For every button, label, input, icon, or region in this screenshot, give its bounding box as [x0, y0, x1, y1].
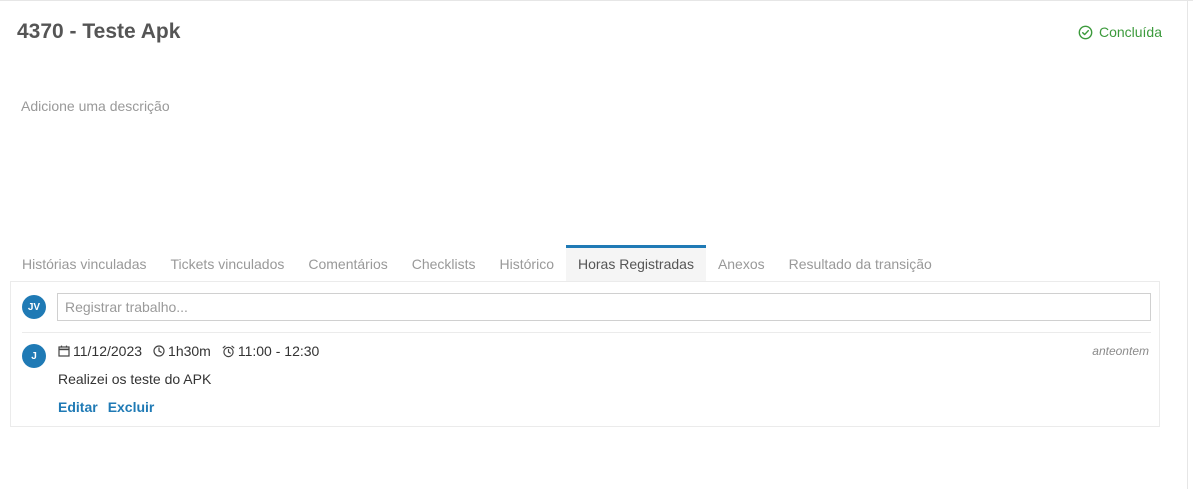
entry-description: Realizei os teste do APK [58, 371, 212, 387]
entry-duration-text: 1h30m [168, 343, 211, 359]
work-log-panel: JV J 11/12/2023 1h30m [10, 281, 1160, 427]
tab-bar: Histórias vinculadas Tickets vinculados … [10, 245, 944, 281]
delete-button[interactable]: Excluir [108, 399, 155, 415]
tab-historico[interactable]: Histórico [488, 245, 566, 281]
description-placeholder[interactable]: Adicione uma descrição [21, 98, 170, 114]
entry-user-avatar: J [22, 344, 46, 368]
current-user-avatar: JV [22, 295, 46, 319]
tab-horas-registradas[interactable]: Horas Registradas [566, 245, 706, 281]
entry-actions: Editar Excluir [58, 399, 154, 415]
tab-resultado-da-transicao[interactable]: Resultado da transição [777, 245, 944, 281]
entry-date: 11/12/2023 [58, 343, 142, 359]
entry-date-text: 11/12/2023 [73, 343, 143, 359]
entry-relative-time: anteontem [1092, 344, 1149, 358]
entry-time-range: 11:00 - 12:30 [222, 343, 319, 359]
entry-duration: 1h30m [153, 343, 211, 359]
work-log-entry-meta: 11/12/2023 1h30m 11:00 - 12:30 [58, 343, 330, 359]
edit-button[interactable]: Editar [58, 399, 98, 415]
alarm-clock-icon [222, 345, 238, 358]
status-badge[interactable]: Concluída [1078, 24, 1162, 40]
page-title: 4370 - Teste Apk [17, 20, 181, 43]
check-circle-icon [1078, 25, 1093, 40]
calendar-icon [58, 345, 73, 357]
clock-icon [153, 345, 168, 357]
tab-comentarios[interactable]: Comentários [296, 245, 399, 281]
top-border [0, 0, 1193, 1]
divider [22, 332, 1151, 333]
tab-tickets-vinculados[interactable]: Tickets vinculados [159, 245, 297, 281]
right-border [1187, 0, 1188, 489]
tab-anexos[interactable]: Anexos [706, 245, 777, 281]
tab-historias-vinculadas[interactable]: Histórias vinculadas [10, 245, 159, 281]
tab-checklists[interactable]: Checklists [400, 245, 488, 281]
entry-time-range-text: 11:00 - 12:30 [237, 343, 320, 359]
log-work-input[interactable] [57, 293, 1151, 321]
status-label: Concluída [1098, 24, 1162, 40]
